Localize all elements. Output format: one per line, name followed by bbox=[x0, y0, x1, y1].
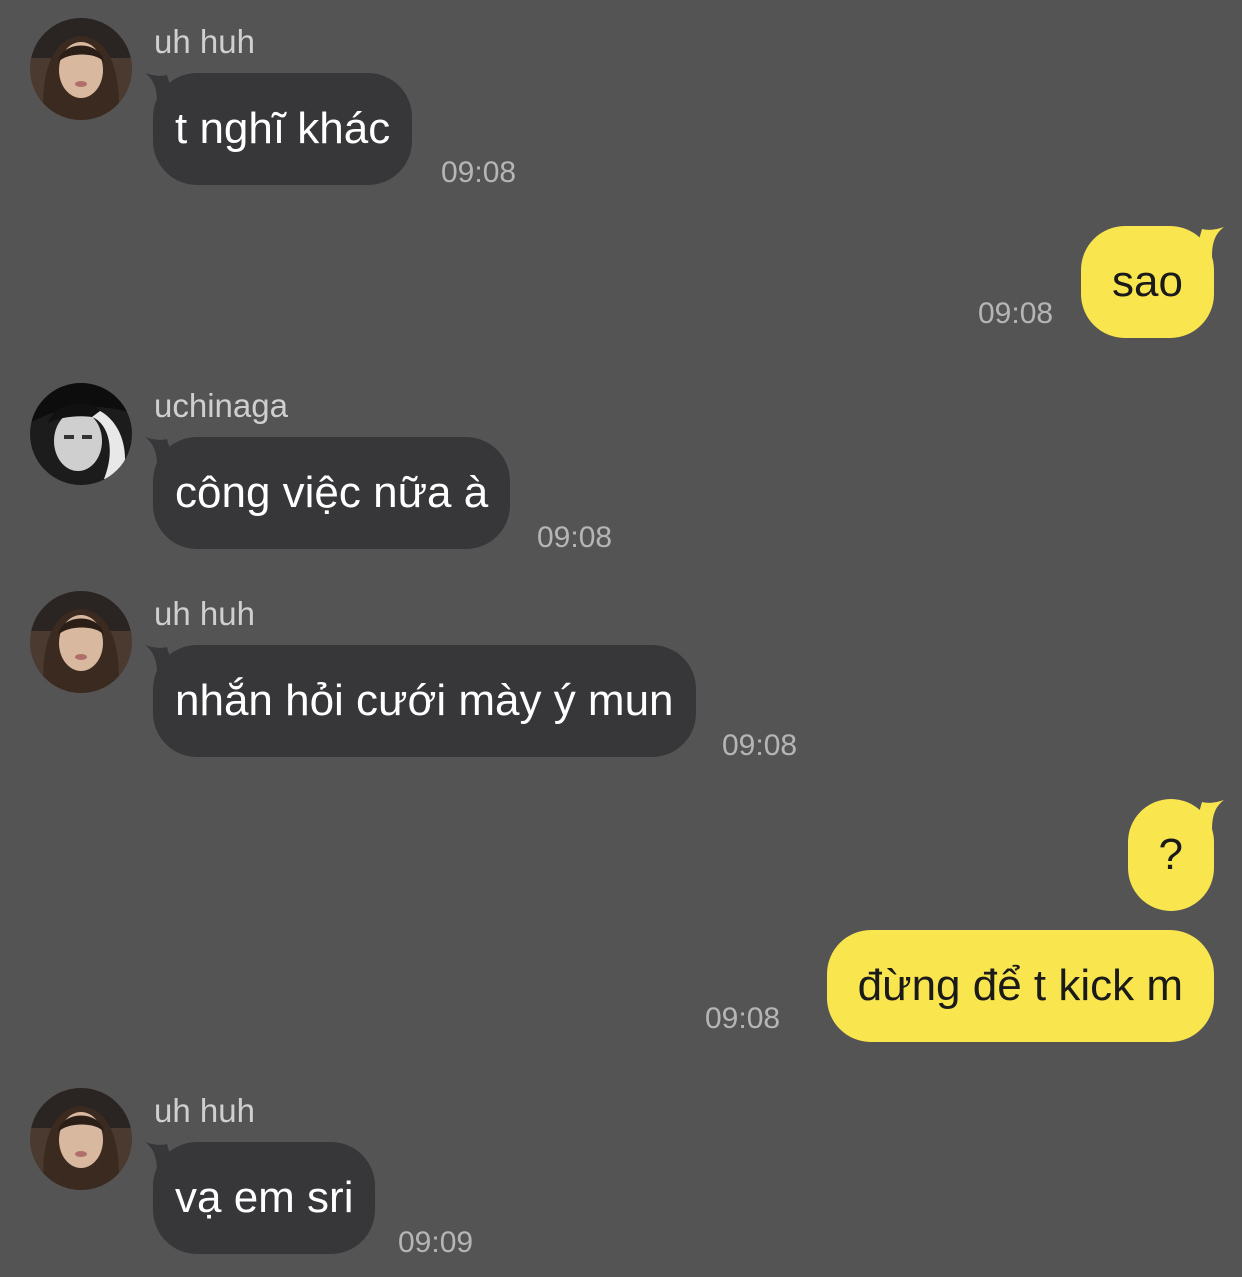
message-bubble[interactable]: vạ em sri bbox=[153, 1142, 376, 1254]
avatar-photo-icon bbox=[30, 18, 132, 120]
message-time: 09:08 bbox=[978, 297, 1054, 330]
avatar[interactable] bbox=[30, 1088, 132, 1190]
message-bubble[interactable]: công việc nữa à bbox=[153, 437, 511, 549]
sender-name: uh huh bbox=[154, 1092, 255, 1129]
message-bubble[interactable]: ? bbox=[1127, 799, 1214, 911]
message-time: 09:08 bbox=[705, 1002, 781, 1035]
avatar-photo-icon bbox=[30, 591, 132, 693]
avatar-photo-icon bbox=[30, 383, 132, 485]
avatar[interactable] bbox=[30, 383, 132, 485]
sender-name: uchinaga bbox=[154, 387, 288, 424]
avatar-photo-icon bbox=[30, 1088, 132, 1190]
sender-name: uh huh bbox=[154, 595, 255, 632]
message-time: 09:08 bbox=[537, 521, 613, 554]
avatar[interactable] bbox=[30, 18, 132, 120]
message-time: 09:08 bbox=[441, 156, 517, 189]
message-time: 09:09 bbox=[398, 1226, 474, 1259]
avatar[interactable] bbox=[30, 591, 132, 693]
sender-name: uh huh bbox=[154, 23, 255, 60]
message-bubble[interactable]: t nghĩ khác bbox=[153, 73, 413, 185]
message-time: 09:08 bbox=[722, 729, 798, 762]
message-bubble[interactable]: nhắn hỏi cưới mày ý mun bbox=[153, 645, 696, 757]
message-bubble[interactable]: sao bbox=[1081, 226, 1214, 338]
message-bubble[interactable]: đừng để t kick m bbox=[826, 930, 1214, 1042]
